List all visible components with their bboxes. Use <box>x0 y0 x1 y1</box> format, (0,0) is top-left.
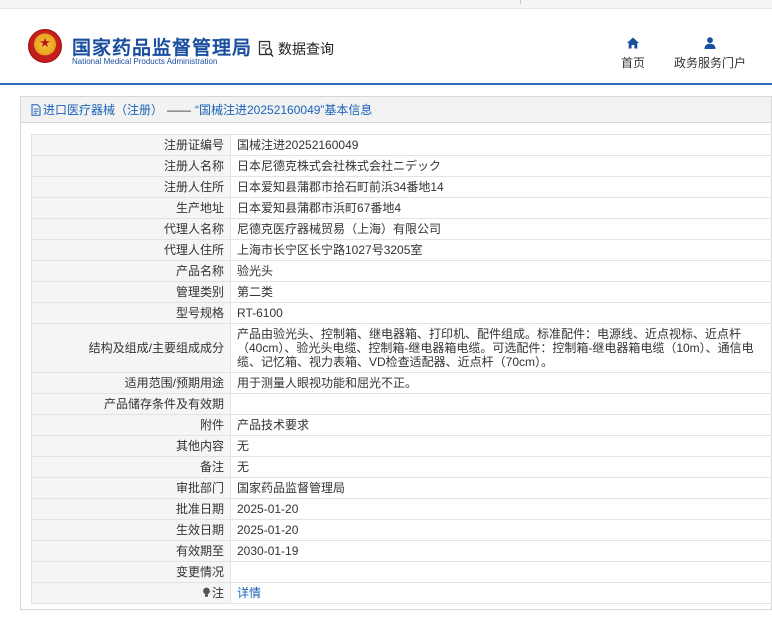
registration-info-table: 注册证编号 国械注进20252160049 注册人名称 日本尼德克株式会社株式会… <box>31 134 772 604</box>
field-value: RT-6100 <box>230 302 772 324</box>
field-value: 第二类 <box>230 281 772 303</box>
top-strip-tick <box>520 0 521 4</box>
field-label: 生效日期 <box>31 519 231 541</box>
field-label: 批准日期 <box>31 498 231 520</box>
home-icon <box>627 37 639 49</box>
note-value-cell: 详情 <box>230 582 772 604</box>
details-link[interactable]: 详情 <box>237 586 261 600</box>
table-row: 生产地址 日本爱知县蒲郡市浜町67番地4 <box>31 197 772 219</box>
note-label-cell: 注 <box>31 582 231 604</box>
nav-home[interactable]: 首页 <box>593 36 673 71</box>
field-value: 产品由验光头、控制箱、继电器箱、打印机、配件组成。标准配件：电源线、近点视标、近… <box>230 323 772 373</box>
field-label: 有效期至 <box>31 540 231 562</box>
top-strip <box>0 0 772 9</box>
field-value: 验光头 <box>230 260 772 282</box>
table-row: 注册证编号 国械注进20252160049 <box>31 134 772 156</box>
table-row: 产品储存条件及有效期 <box>31 393 772 415</box>
site-header: 国家药品监督管理局 National Medical Products Admi… <box>0 9 772 85</box>
table-row: 适用范围/预期用途 用于测量人眼视功能和屈光不正。 <box>31 372 772 394</box>
field-label: 管理类别 <box>31 281 231 303</box>
field-value: 用于测量人眼视功能和屈光不正。 <box>230 372 772 394</box>
field-label: 结构及组成/主要组成成分 <box>31 323 231 373</box>
national-emblem-icon <box>28 29 62 63</box>
brand-title-en: National Medical Products Administration <box>72 57 218 66</box>
field-label: 附件 <box>31 414 231 436</box>
document-icon <box>31 103 41 116</box>
note-label: 注 <box>211 586 224 600</box>
table-row-note: 注 详情 <box>31 582 772 604</box>
field-label: 适用范围/预期用途 <box>31 372 231 394</box>
field-value: 日本爱知县蒲郡市浜町67番地4 <box>230 197 772 219</box>
field-value: 尼德克医疗器械贸易（上海）有限公司 <box>230 218 772 240</box>
table-row: 有效期至 2030-01-19 <box>31 540 772 562</box>
field-value: 日本尼德克株式会社株式会社ニデック <box>230 155 772 177</box>
field-label: 审批部门 <box>31 477 231 499</box>
search-document-icon <box>258 40 274 57</box>
table-row: 注册人住所 日本爱知县蒲郡市拾石町前浜34番地14 <box>31 176 772 198</box>
nav-service-portal-label: 政务服务门户 <box>673 56 746 70</box>
field-value: 国械注进20252160049 <box>230 134 772 156</box>
field-label: 备注 <box>31 456 231 478</box>
field-label: 代理人住所 <box>31 239 231 261</box>
table-row: 型号规格 RT-6100 <box>31 302 772 324</box>
field-label: 生产地址 <box>31 197 231 219</box>
table-row: 附件 产品技术要求 <box>31 414 772 436</box>
table-row: 管理类别 第二类 <box>31 281 772 303</box>
breadcrumb-separator: —— <box>167 102 192 117</box>
nav-service-portal[interactable]: 政务服务门户 <box>670 36 750 71</box>
brand-title-cn[interactable]: 国家药品监督管理局 <box>72 33 252 60</box>
field-value: 2030-01-19 <box>230 540 772 562</box>
breadcrumb-title: “国械注进20252160049”基本信息 <box>195 103 373 117</box>
field-value: 日本爱知县蒲郡市拾石町前浜34番地14 <box>230 176 772 198</box>
field-value <box>230 561 772 583</box>
field-value <box>230 393 772 415</box>
table-row: 备注 无 <box>31 456 772 478</box>
table-row: 代理人住所 上海市长宁区长宁路1027号3205室 <box>31 239 772 261</box>
field-label: 其他内容 <box>31 435 231 457</box>
field-value: 无 <box>230 435 772 457</box>
field-value: 无 <box>230 456 772 478</box>
field-label: 产品储存条件及有效期 <box>31 393 231 415</box>
table-row: 结构及组成/主要组成成分 产品由验光头、控制箱、继电器箱、打印机、配件组成。标准… <box>31 323 772 373</box>
table-row: 产品名称 验光头 <box>31 260 772 282</box>
detail-panel: 进口医疗器械（注册） —— “国械注进20252160049”基本信息 注册证编… <box>20 96 772 610</box>
field-label: 产品名称 <box>31 260 231 282</box>
field-value: 国家药品监督管理局 <box>230 477 772 499</box>
table-row: 代理人名称 尼德克医疗器械贸易（上海）有限公司 <box>31 218 772 240</box>
bulb-icon <box>203 587 210 597</box>
field-label: 注册人住所 <box>31 176 231 198</box>
data-query-link[interactable]: 数据查询 <box>258 39 334 59</box>
field-value: 产品技术要求 <box>230 414 772 436</box>
field-value: 2025-01-20 <box>230 519 772 541</box>
table-row: 注册人名称 日本尼德克株式会社株式会社ニデック <box>31 155 772 177</box>
table-row: 审批部门 国家药品监督管理局 <box>31 477 772 499</box>
field-label: 注册人名称 <box>31 155 231 177</box>
breadcrumb: 进口医疗器械（注册） —— “国械注进20252160049”基本信息 <box>21 97 771 123</box>
table-row: 批准日期 2025-01-20 <box>31 498 772 520</box>
field-label: 变更情况 <box>31 561 231 583</box>
table-row: 变更情况 <box>31 561 772 583</box>
user-icon <box>704 37 716 49</box>
field-value: 上海市长宁区长宁路1027号3205室 <box>230 239 772 261</box>
breadcrumb-category-link[interactable]: 进口医疗器械（注册） <box>43 101 163 118</box>
field-value: 2025-01-20 <box>230 498 772 520</box>
field-label: 注册证编号 <box>31 134 231 156</box>
nav-home-label: 首页 <box>620 56 645 70</box>
table-row: 其他内容 无 <box>31 435 772 457</box>
field-label: 型号规格 <box>31 302 231 324</box>
table-row: 生效日期 2025-01-20 <box>31 519 772 541</box>
field-label: 代理人名称 <box>31 218 231 240</box>
data-query-label: 数据查询 <box>278 41 334 57</box>
